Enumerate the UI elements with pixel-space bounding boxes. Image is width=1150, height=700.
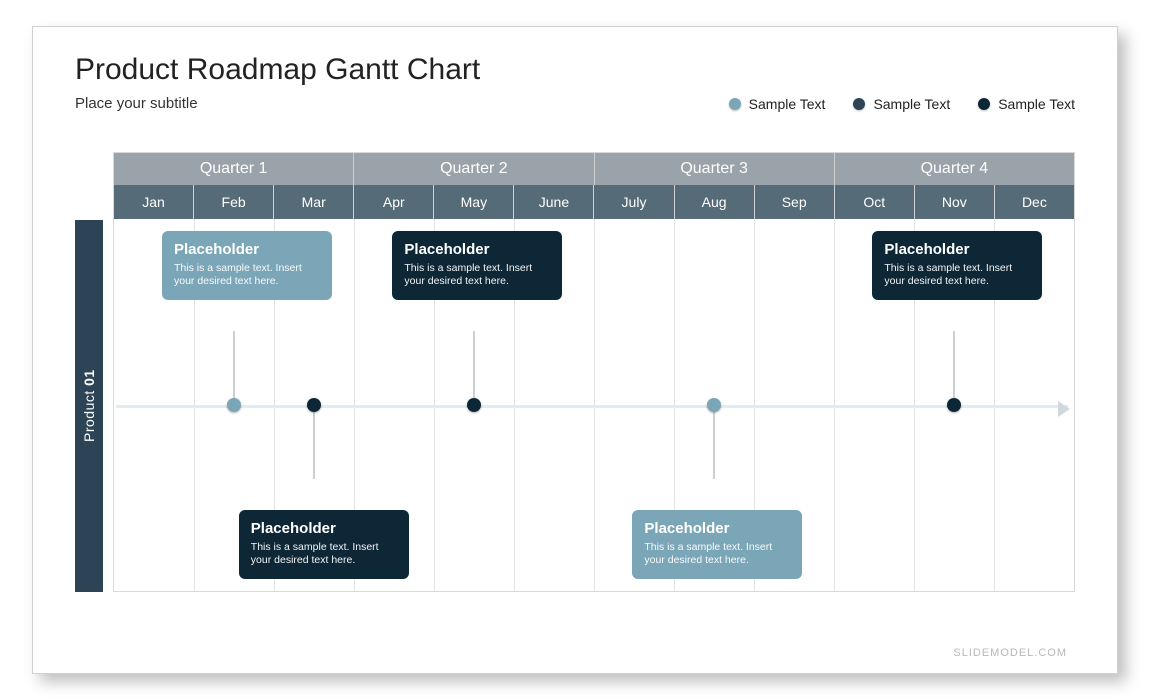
milestone-card: Placeholder This is a sample text. Inser…	[162, 231, 332, 300]
card-body: This is a sample text. Insert your desir…	[174, 262, 320, 288]
quarter-cell: Quarter 4	[835, 153, 1074, 185]
legend-dot-icon	[729, 98, 741, 110]
slide-title: Product Roadmap Gantt Chart	[75, 53, 1075, 87]
month-cell: Feb	[194, 185, 274, 219]
month-header-row: Jan Feb Mar Apr May June July Aug Sep Oc…	[114, 185, 1074, 219]
legend-label: Sample Text	[749, 96, 826, 112]
milestone-card: Placeholder This is a sample text. Inser…	[392, 231, 562, 300]
slide: Product Roadmap Gantt Chart Place your s…	[32, 26, 1118, 674]
timeline-arrow-icon	[116, 405, 1068, 408]
legend-item: Sample Text	[853, 96, 950, 112]
footer-watermark: SLIDEMODEL.COM	[953, 647, 1067, 659]
month-cell: Apr	[354, 185, 434, 219]
month-cell: Nov	[915, 185, 995, 219]
card-title: Placeholder	[644, 520, 790, 537]
milestone-stem	[714, 405, 715, 479]
card-title: Placeholder	[884, 241, 1030, 258]
card-body: This is a sample text. Insert your desir…	[404, 262, 550, 288]
card-body: This is a sample text. Insert your desir…	[251, 541, 397, 567]
row-label: Product 01	[75, 220, 103, 592]
milestone-dot-icon	[307, 398, 321, 412]
milestone-dot-icon	[947, 398, 961, 412]
legend-item: Sample Text	[978, 96, 1075, 112]
month-cell: Aug	[675, 185, 755, 219]
milestone-stem	[474, 331, 475, 405]
month-cell: May	[434, 185, 514, 219]
card-body: This is a sample text. Insert your desir…	[644, 541, 790, 567]
card-title: Placeholder	[404, 241, 550, 258]
milestone-card: Placeholder This is a sample text. Inser…	[239, 510, 409, 579]
milestone-dot-icon	[467, 398, 481, 412]
milestone-stem	[313, 405, 314, 479]
quarter-cell: Quarter 2	[354, 153, 594, 185]
grid-body: Placeholder This is a sample text. Inser…	[114, 219, 1074, 591]
month-cell: Jan	[114, 185, 194, 219]
card-title: Placeholder	[251, 520, 397, 537]
row-label-num: 01	[81, 370, 97, 387]
card-title: Placeholder	[174, 241, 320, 258]
grid: Quarter 1 Quarter 2 Quarter 3 Quarter 4 …	[113, 152, 1075, 592]
milestone-stem	[954, 331, 955, 405]
legend-dot-icon	[978, 98, 990, 110]
legend-label: Sample Text	[998, 96, 1075, 112]
milestone-card: Placeholder This is a sample text. Inser…	[872, 231, 1042, 300]
month-cell: Oct	[835, 185, 915, 219]
quarter-cell: Quarter 3	[595, 153, 835, 185]
legend: Sample Text Sample Text Sample Text	[729, 96, 1075, 112]
quarter-cell: Quarter 1	[114, 153, 354, 185]
month-cell: June	[514, 185, 594, 219]
milestone-stem	[234, 331, 235, 405]
quarter-header-row: Quarter 1 Quarter 2 Quarter 3 Quarter 4	[114, 153, 1074, 185]
card-body: This is a sample text. Insert your desir…	[884, 262, 1030, 288]
month-cell: Sep	[755, 185, 835, 219]
milestone-dot-icon	[707, 398, 721, 412]
month-cell: Mar	[274, 185, 354, 219]
legend-item: Sample Text	[729, 96, 826, 112]
milestone-card: Placeholder This is a sample text. Inser…	[632, 510, 802, 579]
gantt-chart: Product 01 Quarter 1 Quarter 2 Quarter 3…	[75, 152, 1075, 592]
row-label-text: Product	[81, 386, 97, 442]
legend-dot-icon	[853, 98, 865, 110]
milestone-dot-icon	[227, 398, 241, 412]
slide-subtitle: Place your subtitle	[75, 95, 198, 112]
legend-label: Sample Text	[873, 96, 950, 112]
month-cell: Dec	[995, 185, 1074, 219]
month-cell: July	[594, 185, 674, 219]
